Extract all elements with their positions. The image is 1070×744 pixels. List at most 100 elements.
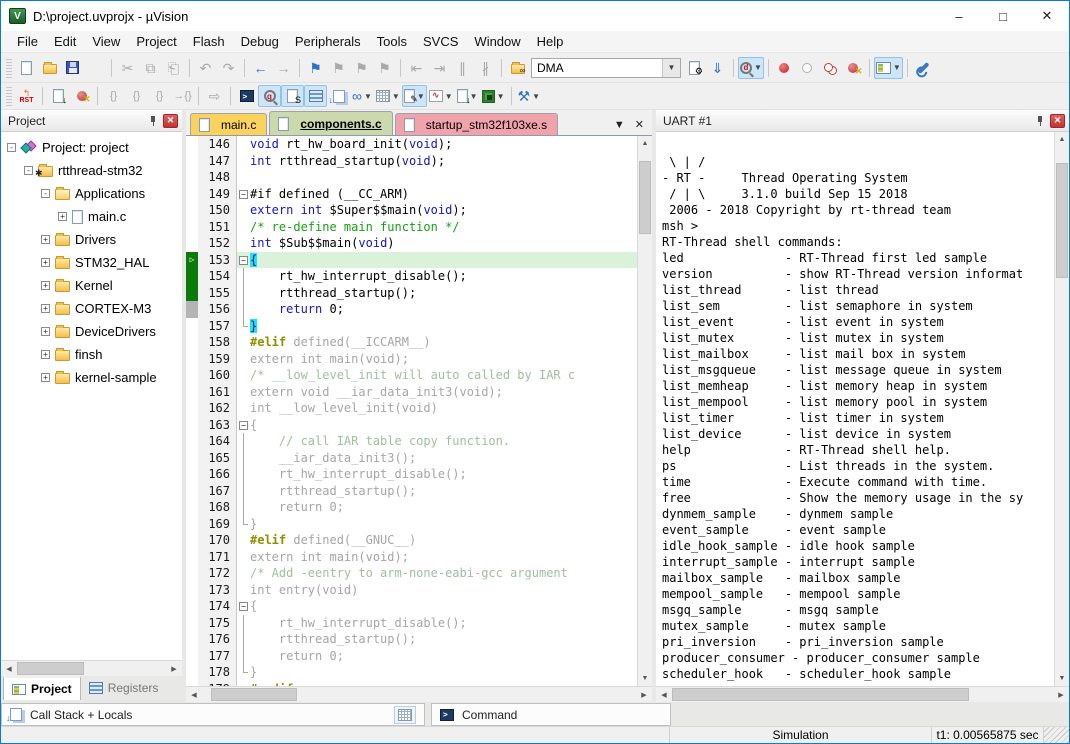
editor-vscrollbar[interactable]: ▲ ▼ — [637, 136, 652, 686]
window-layout-button[interactable]: ▼ — [874, 57, 903, 79]
command-window-button[interactable]: > — [235, 85, 258, 107]
expand-icon[interactable]: + — [41, 235, 50, 244]
uart-terminal-output[interactable]: \ | /- RT - Thread Operating System / | … — [656, 132, 1054, 686]
scroll-left-icon[interactable]: ◀ — [656, 691, 672, 699]
fold-collapse-icon[interactable]: − — [239, 190, 248, 199]
menu-debug[interactable]: Debug — [233, 32, 287, 51]
scroll-up-icon[interactable]: ▲ — [638, 136, 652, 151]
scroll-left-icon[interactable]: ◀ — [186, 691, 202, 699]
pin-icon[interactable] — [148, 115, 158, 127]
next-bookmark-button[interactable]: ⚑ — [350, 57, 373, 79]
menu-flash[interactable]: Flash — [185, 32, 233, 51]
fold-margin[interactable]: − — [236, 417, 250, 434]
tree-item-main-c[interactable]: +main.c — [1, 205, 182, 228]
dropdown-arrow-icon[interactable]: ▼ — [392, 92, 400, 101]
show-next-statement-button[interactable]: ⇨ — [203, 85, 226, 107]
redo-button[interactable]: ↷ — [217, 57, 240, 79]
step-over-button[interactable]: {} — [125, 85, 148, 107]
minimize-button[interactable]: – — [937, 2, 981, 31]
tree-item-cortex-m3[interactable]: +CORTEX-M3 — [1, 297, 182, 320]
fold-collapse-icon[interactable]: − — [239, 421, 248, 430]
maximize-button[interactable]: □ — [981, 2, 1025, 31]
project-close-icon[interactable]: ✕ — [163, 114, 178, 128]
document-tab-startup-stm32f103xe-s[interactable]: startup_stm32f103xe.s — [395, 113, 558, 135]
tree-item-finsh[interactable]: +finsh — [1, 343, 182, 366]
fold-collapse-icon[interactable]: − — [239, 256, 248, 265]
stop-button[interactable]: ✕ — [70, 85, 93, 107]
call-stack-locals-bar[interactable]: Call Stack + Locals — [1, 703, 425, 726]
insert-breakpoint-button[interactable] — [773, 57, 796, 79]
command-bar[interactable]: > Command — [431, 703, 671, 726]
kill-all-breakpoints-button[interactable]: ✕ — [842, 57, 865, 79]
insert-bookmark-button[interactable]: ⚑ — [304, 57, 327, 79]
start-stop-debug-button[interactable]: d▼ — [738, 57, 764, 79]
document-tab-components-c[interactable]: components.c — [269, 111, 392, 135]
unindent-button[interactable]: ⇤ — [405, 57, 428, 79]
dropdown-arrow-icon[interactable]: ▼ — [497, 92, 505, 101]
fold-margin[interactable]: − — [236, 252, 250, 269]
copy-button[interactable]: ⧉ — [139, 57, 162, 79]
indent-button[interactable]: ⇥ — [428, 57, 451, 79]
scroll-down-icon[interactable]: ▼ — [638, 671, 652, 686]
tree-item-kernel-sample[interactable]: +kernel-sample — [1, 366, 182, 389]
cut-button[interactable]: ✂ — [116, 57, 139, 79]
menu-edit[interactable]: Edit — [46, 32, 84, 51]
dropdown-arrow-icon[interactable]: ▼ — [532, 92, 540, 101]
document-tab-main-c[interactable]: main.c — [190, 113, 267, 135]
scroll-right-icon[interactable]: ▶ — [166, 665, 182, 673]
memory-window-button[interactable] — [394, 706, 416, 724]
reset-button[interactable]: ↰RST — [15, 85, 38, 107]
search-combobox[interactable]: DMA▼ — [531, 58, 681, 78]
tab-registers[interactable]: Registers — [81, 676, 167, 700]
menu-project[interactable]: Project — [128, 32, 184, 51]
dropdown-arrow-icon[interactable]: ▼ — [364, 92, 372, 101]
collapse-icon[interactable]: - — [7, 143, 16, 152]
system-viewer-button[interactable]: ▼ — [480, 85, 507, 107]
uart-vscrollbar[interactable]: ▲ ▼ — [1054, 132, 1069, 686]
save-button[interactable] — [61, 57, 84, 79]
expand-icon[interactable]: + — [58, 212, 67, 221]
tree-item-stm32-hal[interactable]: +STM32_HAL — [1, 251, 182, 274]
configure-target-button[interactable] — [912, 57, 935, 79]
expand-icon[interactable]: + — [41, 304, 50, 313]
new-file-button[interactable] — [15, 57, 38, 79]
clear-bookmarks-button[interactable]: ⚑ — [373, 57, 396, 79]
expand-icon[interactable]: + — [41, 258, 50, 267]
incremental-find-button[interactable]: ⇓ — [706, 57, 729, 79]
dropdown-arrow-icon[interactable]: ▼ — [470, 92, 478, 101]
previous-bookmark-button[interactable]: ⚑ — [327, 57, 350, 79]
comment-selection-button[interactable]: ∥ — [451, 57, 474, 79]
expand-icon[interactable]: + — [41, 350, 50, 359]
combobox-dropdown-icon[interactable]: ▼ — [662, 59, 680, 77]
dropdown-arrow-icon[interactable]: ▼ — [893, 63, 901, 72]
close-document-icon[interactable]: ✕ — [635, 118, 644, 131]
find-in-files-dialog-button[interactable]: ⚙ — [683, 57, 706, 79]
scroll-right-icon[interactable]: ▶ — [636, 691, 652, 699]
menu-view[interactable]: View — [84, 32, 128, 51]
tree-item-kernel[interactable]: +Kernel — [1, 274, 182, 297]
menu-tools[interactable]: Tools — [369, 32, 415, 51]
uart-close-icon[interactable]: ✕ — [1050, 114, 1065, 128]
watch-windows-button[interactable]: ∞▼ — [350, 85, 374, 107]
navigate-back-button[interactable]: ← — [249, 57, 272, 79]
fold-margin[interactable]: − — [236, 186, 250, 203]
menu-file[interactable]: File — [9, 32, 46, 51]
tree-item-devicedrivers[interactable]: +DeviceDrivers — [1, 320, 182, 343]
uart-hscrollbar[interactable]: ◀ ▶ — [656, 686, 1069, 702]
analysis-windows-button[interactable]: ∿▼ — [427, 85, 455, 107]
navigate-forward-button[interactable]: → — [272, 57, 295, 79]
run-to-line-button[interactable]: →{} — [171, 85, 194, 107]
collapse-icon[interactable]: - — [41, 189, 50, 198]
save-all-button[interactable] — [84, 57, 107, 79]
collapse-icon[interactable]: - — [24, 166, 33, 175]
tab-project[interactable]: Project — [3, 676, 81, 700]
step-button[interactable]: {} — [102, 85, 125, 107]
scroll-left-icon[interactable]: ◀ — [1, 665, 17, 673]
undo-button[interactable]: ↶ — [194, 57, 217, 79]
menu-svcs[interactable]: SVCS — [415, 32, 466, 51]
scroll-right-icon[interactable]: ▶ — [1053, 691, 1069, 699]
serial-windows-button[interactable]: ✎▼ — [402, 85, 427, 107]
editor-hscrollbar[interactable]: ◀ ▶ — [186, 686, 652, 702]
project-hscrollbar[interactable]: ◀ ▶ — [1, 660, 182, 676]
call-stack-window-button[interactable] — [327, 85, 350, 107]
